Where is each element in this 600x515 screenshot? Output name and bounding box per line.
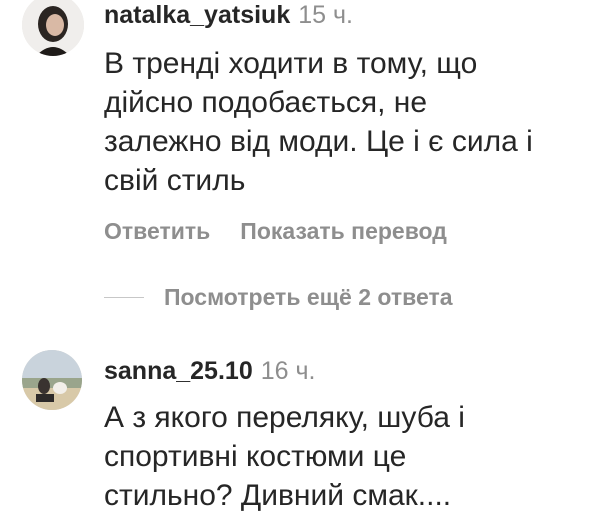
reply-button[interactable]: Ответить [104, 218, 210, 244]
avatar[interactable] [22, 0, 84, 56]
view-more-replies-label: Посмотреть ещё 2 ответа [164, 284, 453, 310]
user-avatar-photo-icon [22, 0, 84, 56]
comment-text-line: свій стиль [104, 164, 246, 197]
timestamp: 15 ч. [298, 1, 353, 29]
divider-line [104, 297, 144, 298]
timestamp: 16 ч. [260, 357, 316, 385]
comment-text: А з якого переляку, шуба і спортивні кос… [104, 398, 465, 515]
comment-actions: Ответить Показать перевод [104, 218, 447, 245]
comment-text-line: залежно від моди. Це і є сила і [104, 125, 533, 158]
avatar[interactable] [22, 350, 82, 410]
comment-text-line: А з якого переляку, шуба і [104, 401, 465, 434]
user-avatar-photo-icon [22, 350, 82, 410]
username-link[interactable]: natalka_yatsiuk [104, 1, 290, 29]
comment-text-line: спортивні костюми це [104, 440, 407, 473]
view-more-replies-button[interactable]: Посмотреть ещё 2 ответа [104, 284, 453, 311]
comment-text: В тренді ходити в тому, що дійсно подоба… [104, 44, 533, 200]
comment-item: natalka_yatsiuk 15 ч. В тренді ходити в т… [0, 0, 600, 260]
comment-text-line: стильно? Дивний смак.... [104, 479, 452, 512]
comment-text-line: В тренді ходити в тому, що [104, 47, 478, 80]
translate-button[interactable]: Показать перевод [240, 218, 447, 244]
comment-header: natalka_yatsiuk 15 ч. [104, 0, 353, 30]
comment-header: sanna_25.10 16 ч. [104, 356, 315, 386]
username-link[interactable]: sanna_25.10 [104, 357, 253, 385]
comment-text-line: дійсно подобається, не [104, 86, 427, 119]
comment-item: sanna_25.10 16 ч. А з якого переляку, шуб… [0, 340, 600, 512]
